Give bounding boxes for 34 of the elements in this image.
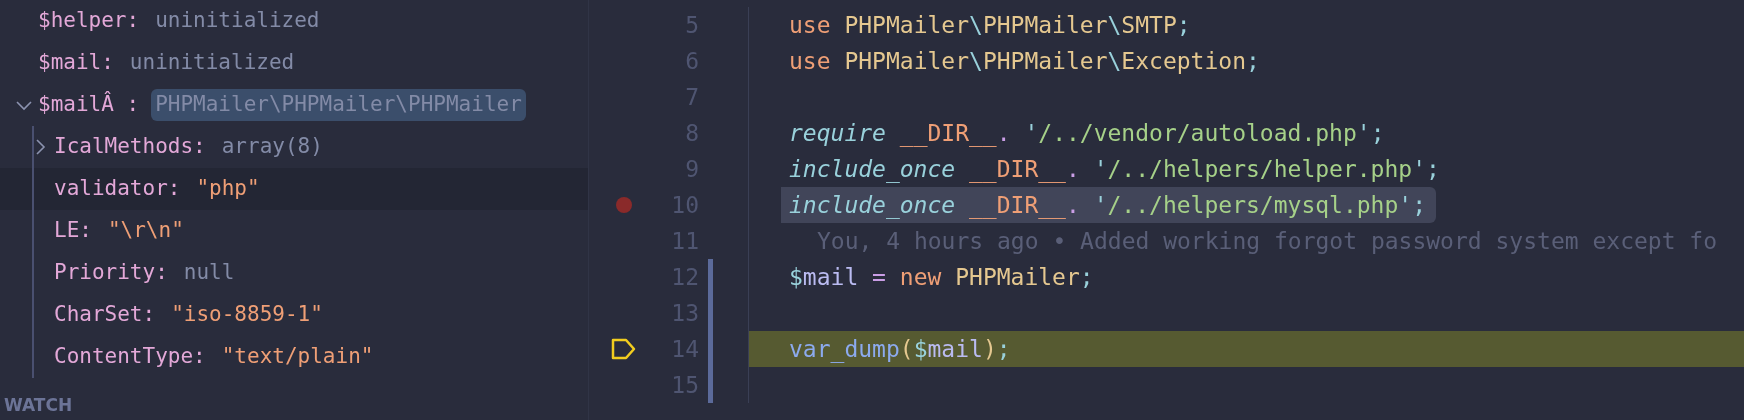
code-line: var_dump($mail);: [788, 334, 1012, 365]
variable-value: "text/plain": [220, 343, 375, 371]
variable-row[interactable]: CharSet: "iso-8859-1": [0, 294, 588, 336]
variable-value: "iso-8859-1": [170, 301, 324, 329]
variable-name: validator:: [54, 175, 181, 203]
variable-value: array(8): [220, 133, 324, 161]
code-line: include_once __DIR__. '/../helpers/helper.php';: [788, 154, 1441, 185]
variable-name: LE:: [54, 217, 92, 245]
variable-row[interactable]: $mailÂ : PHPMailer\PHPMailer\PHPMailer: [0, 84, 588, 126]
variable-value: uninitialized: [128, 49, 296, 77]
variable-value: "php": [195, 175, 261, 203]
variable-name: $mailÂ :: [38, 90, 140, 119]
variable-row[interactable]: validator: "php": [0, 168, 588, 210]
variable-name: $mail:: [38, 49, 114, 77]
variable-name: $helper:: [38, 7, 140, 35]
variable-value: PHPMailer\PHPMailer\PHPMailer: [151, 89, 526, 121]
variable-value: "\r\n": [106, 217, 185, 245]
variable-value: uninitialized: [154, 7, 321, 35]
variable-row[interactable]: IcalMethods: array(8): [0, 126, 588, 168]
variable-name: IcalMethods:: [54, 133, 206, 161]
variable-row[interactable]: Priority: null: [0, 252, 588, 294]
code-line: use PHPMailer\PHPMailer\SMTP;: [788, 10, 1192, 40]
variable-row[interactable]: $helper: uninitialized: [0, 0, 588, 42]
variable-row[interactable]: $mail: uninitialized: [0, 42, 588, 84]
code-line: $mail = new PHPMailer;: [788, 262, 1095, 292]
code-line: require __DIR__. '/../vendor/autoload.php';: [788, 118, 1386, 149]
variable-value: null: [182, 259, 236, 287]
variable-name: CharSet:: [54, 301, 156, 329]
code-line: use PHPMailer\PHPMailer\Exception;: [788, 46, 1261, 76]
variable-name: ContentType:: [54, 343, 206, 371]
git-blame-annotation: You, 4 hours ago • Added working forgot password system except fo: [816, 226, 1718, 256]
variable-row[interactable]: LE: "\r\n": [0, 210, 588, 252]
variable-row[interactable]: ContentType: "text/plain": [0, 336, 588, 378]
variable-name: Priority:: [54, 259, 168, 287]
